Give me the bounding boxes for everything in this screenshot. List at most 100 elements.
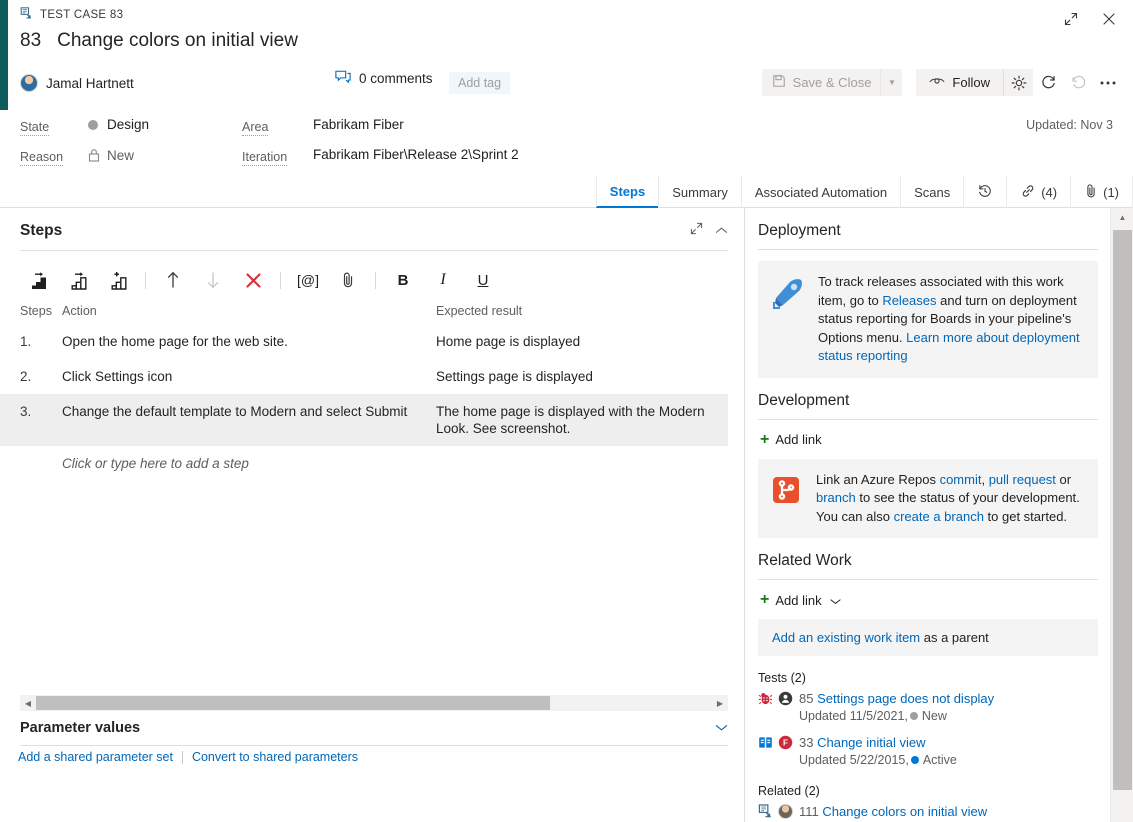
reason-label: Reason (20, 150, 63, 166)
tab-history[interactable] (963, 176, 1006, 208)
tab-steps[interactable]: Steps (596, 176, 658, 208)
development-sep-1: , (981, 472, 988, 487)
related-work-add-link-button[interactable]: + Add link (760, 592, 1098, 608)
pull-request-link[interactable]: pull request (989, 472, 1056, 487)
iteration-label: Iteration (242, 150, 287, 166)
work-item-link[interactable]: Change initial view (817, 735, 925, 750)
scroll-thumb[interactable] (36, 696, 550, 710)
area-value[interactable]: Fabrikam Fiber (313, 117, 404, 132)
releases-link[interactable]: Releases (882, 293, 936, 308)
list-item[interactable]: 111 Change colors on initial view Update… (758, 803, 1098, 822)
underline-icon[interactable]: U (463, 265, 503, 295)
close-icon[interactable] (1095, 6, 1123, 32)
commit-link[interactable]: commit (940, 472, 982, 487)
refresh-icon[interactable] (1033, 69, 1063, 96)
convert-to-shared-parameters-link[interactable]: Convert to shared parameters (192, 750, 358, 764)
state-dot-icon (911, 756, 919, 764)
svg-text:F: F (783, 739, 788, 748)
chevron-down-icon[interactable] (715, 720, 728, 736)
toolbar-separator (280, 272, 281, 289)
tab-attachments[interactable]: (1) (1070, 176, 1133, 208)
test-case-icon (758, 804, 773, 819)
iteration-value[interactable]: Fabrikam Fiber\Release 2\Sprint 2 (313, 147, 519, 162)
step-action[interactable]: Open the home page for the web site. (62, 333, 436, 350)
expand-icon[interactable] (1057, 6, 1085, 32)
state-value[interactable]: Design (88, 117, 149, 132)
table-row[interactable]: 2. Click Settings icon Settings page is … (0, 359, 728, 394)
details-pane: Deployment To track releases associated … (746, 208, 1110, 822)
move-up-icon[interactable] (153, 265, 193, 295)
bold-icon[interactable]: B (383, 265, 423, 295)
development-add-link-label: Add link (775, 432, 821, 447)
parameter-values-header: Parameter values (20, 720, 728, 746)
steps-section-header: Steps (20, 222, 728, 251)
italic-icon[interactable]: I (423, 265, 463, 295)
details-vertical-scrollbar[interactable]: ▲ (1110, 208, 1133, 822)
tab-links[interactable]: (4) (1006, 176, 1070, 208)
tab-steps-label: Steps (610, 184, 645, 199)
step-action[interactable]: Change the default template to Modern an… (62, 403, 436, 420)
add-existing-work-item-link[interactable]: Add an existing work item (772, 630, 920, 645)
steps-section-title: Steps (20, 222, 62, 240)
work-item-type-label: TEST CASE 83 (40, 9, 123, 21)
list-item-body: 85 Settings page does not display Update… (799, 690, 994, 725)
work-item-link[interactable]: Change colors on initial view (822, 804, 987, 819)
follow-button[interactable]: Follow (916, 69, 1003, 96)
create-a-branch-link[interactable]: create a branch (894, 509, 984, 524)
steps-table: Steps Action Expected result 1. Open the… (0, 304, 728, 481)
tab-summary[interactable]: Summary (658, 176, 741, 208)
development-add-link-button[interactable]: + Add link (760, 432, 1098, 448)
updated-text: Updated 5/22/2015, (799, 753, 909, 767)
scroll-thumb[interactable] (1113, 230, 1132, 790)
branch-link[interactable]: branch (816, 490, 856, 505)
tab-links-count: (4) (1041, 185, 1057, 200)
more-options-icon[interactable] (1093, 69, 1123, 96)
deployment-section-title: Deployment (758, 222, 1098, 250)
scroll-left-icon[interactable]: ◀ (20, 695, 36, 711)
step-expected[interactable]: Settings page is displayed (436, 368, 728, 385)
move-down-icon (193, 265, 233, 295)
tab-bar: Steps Summary Associated Automation Scan… (0, 176, 1133, 208)
table-row[interactable]: 1. Open the home page for the web site. … (0, 324, 728, 359)
assigned-to[interactable]: Jamal Hartnett (20, 74, 134, 92)
delete-step-icon[interactable] (233, 265, 273, 295)
step-number: 3. (20, 403, 62, 420)
add-step-placeholder[interactable]: Click or type here to add a step (0, 446, 728, 481)
add-step-icon[interactable] (98, 265, 138, 295)
attach-file-icon[interactable] (328, 265, 368, 295)
collapse-steps-icon[interactable] (715, 222, 728, 240)
steps-horizontal-scrollbar[interactable]: ◀ ▶ (20, 695, 728, 711)
insert-step-icon[interactable] (18, 265, 58, 295)
tab-scans[interactable]: Scans (900, 176, 963, 208)
state-label: State (20, 120, 49, 136)
step-expected[interactable]: The home page is displayed with the Mode… (436, 403, 728, 437)
scroll-up-icon[interactable]: ▲ (1111, 208, 1133, 226)
state-text: New (922, 709, 947, 723)
link-separator (182, 751, 183, 764)
list-item-body: 33 Change initial view Updated 5/22/2015… (799, 734, 957, 769)
list-item[interactable]: 85 Settings page does not display Update… (758, 690, 1098, 725)
insert-shared-step-icon[interactable] (58, 265, 98, 295)
table-row[interactable]: 3. Change the default template to Modern… (0, 394, 728, 446)
steps-pane: Steps (0, 208, 745, 822)
insert-parameter-icon[interactable]: [@] (288, 265, 328, 295)
plus-icon: + (760, 592, 769, 608)
scroll-right-icon[interactable]: ▶ (712, 695, 728, 711)
save-and-close-button[interactable]: Save & Close (762, 69, 881, 96)
scroll-track[interactable] (36, 695, 712, 711)
work-item-link[interactable]: Settings page does not display (817, 691, 994, 706)
add-shared-parameter-set-link[interactable]: Add a shared parameter set (18, 750, 173, 764)
list-item-icons (758, 803, 793, 819)
gear-icon[interactable] (1003, 69, 1033, 96)
plus-icon: + (760, 432, 769, 448)
comments-link[interactable]: 0 comments (335, 70, 433, 87)
save-options-chevron-icon[interactable]: ▼ (880, 69, 902, 96)
maximize-steps-icon[interactable] (690, 222, 703, 240)
state-dot-icon (88, 120, 98, 130)
step-expected[interactable]: Home page is displayed (436, 333, 728, 350)
add-tag-button[interactable]: Add tag (449, 72, 510, 94)
work-item-title[interactable]: Change colors on initial view (57, 30, 298, 52)
tab-associated-automation[interactable]: Associated Automation (741, 176, 900, 208)
step-action[interactable]: Click Settings icon (62, 368, 436, 385)
list-item[interactable]: F 33 Change initial view Updated 5/22/20… (758, 734, 1098, 769)
